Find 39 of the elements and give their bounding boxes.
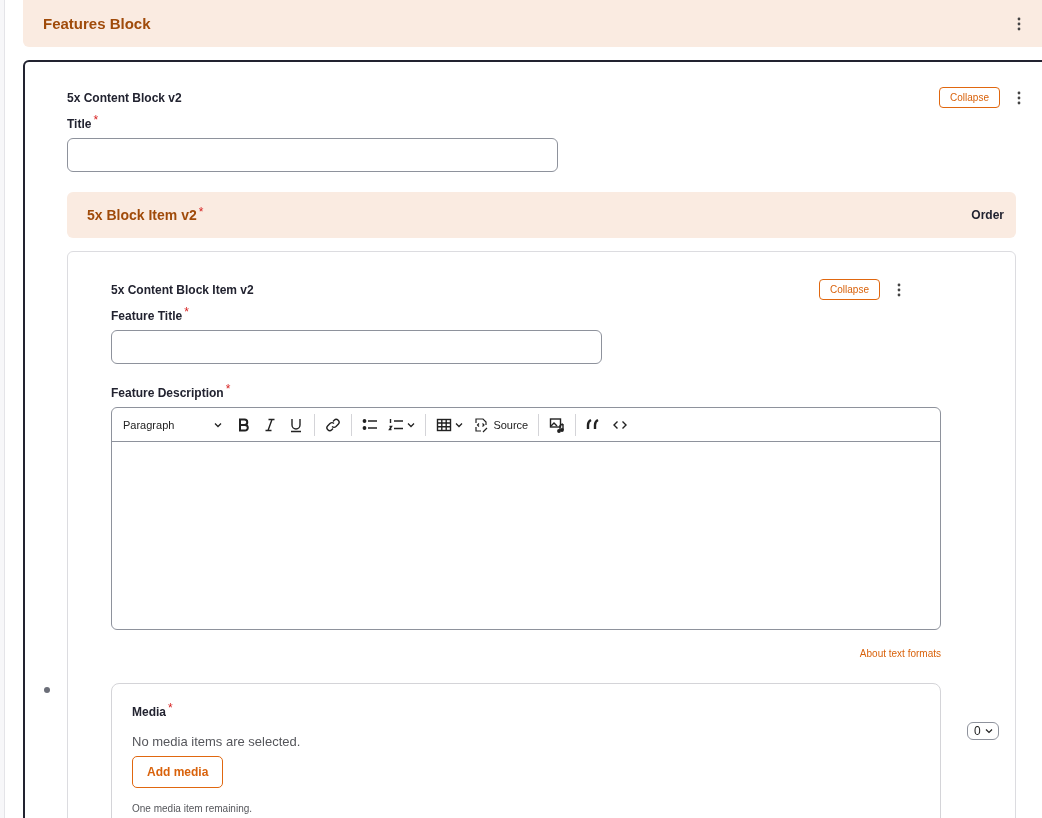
block-heading: 5x Content Block v2 (67, 90, 182, 105)
bulleted-list-icon[interactable] (362, 416, 379, 433)
collapse-button[interactable]: Collapse (819, 279, 880, 300)
order-link[interactable]: Order (971, 208, 1004, 222)
field-label: Feature Description (111, 386, 224, 400)
kebab-menu-icon[interactable] (897, 282, 901, 297)
required-mark: * (198, 205, 204, 219)
media-icon[interactable] (549, 416, 566, 433)
weight-select[interactable]: 0 (967, 722, 999, 740)
caret-icon (984, 728, 993, 734)
kebab-menu-icon[interactable] (1017, 90, 1021, 105)
required-mark: * (168, 701, 173, 715)
required-mark: * (225, 382, 231, 396)
kebab-menu-icon[interactable] (1017, 16, 1021, 31)
caret-icon[interactable] (407, 421, 416, 428)
collapse-button[interactable]: Collapse (939, 87, 1000, 108)
drag-handle-icon[interactable] (44, 687, 50, 693)
field-label: Feature Title (111, 309, 183, 323)
link-icon[interactable] (325, 416, 342, 433)
empty-media-text: No media items are selected. (132, 734, 302, 749)
field-label: Title (67, 117, 92, 131)
paragraph-format-dropdown[interactable]: Paragraph (123, 416, 223, 433)
about-text-formats-link[interactable]: About text formats (859, 648, 941, 659)
text-input-field[interactable] (67, 138, 558, 172)
add-media-button[interactable]: Add media (132, 756, 224, 788)
numbered-list-icon[interactable] (388, 416, 405, 433)
source-code-icon (473, 416, 490, 433)
source-button[interactable]: Source (473, 416, 529, 433)
section-title: 5x Block Item v2 (87, 207, 197, 223)
caret-icon (214, 421, 223, 428)
required-mark: * (93, 113, 99, 127)
field-label: Media (132, 705, 166, 719)
table-icon[interactable] (436, 416, 453, 433)
block-heading: 5x Content Block Item v2 (111, 282, 254, 297)
required-mark: * (184, 305, 189, 319)
remaining-items-text: One media item remaining. (132, 803, 254, 814)
caret-icon[interactable] (455, 421, 464, 428)
section-title: Features Block (43, 15, 151, 32)
text-input-field[interactable] (111, 330, 602, 364)
